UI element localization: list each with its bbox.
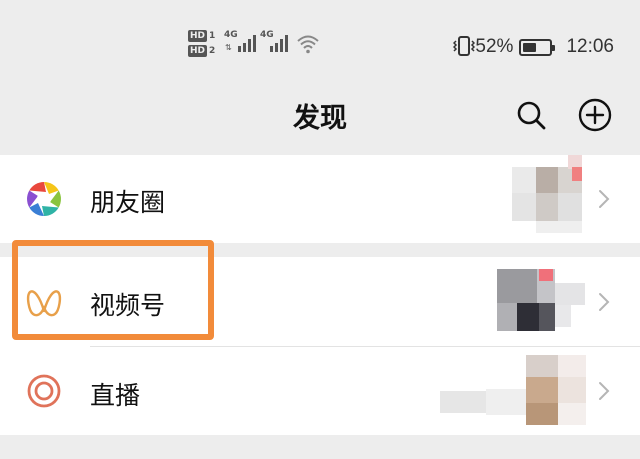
hd-sim1-badge: HD 1 — [188, 30, 216, 42]
add-button[interactable] — [578, 98, 612, 132]
search-button[interactable] — [514, 98, 548, 132]
vibrate-icon — [453, 36, 475, 56]
hd-sim2-badge: HD 2 — [188, 45, 216, 57]
live-preview-thumbnail — [440, 355, 586, 427]
chevron-right-icon — [599, 382, 610, 400]
battery-percent: 52% — [475, 36, 514, 57]
moments-preview-thumbnail — [512, 155, 586, 237]
hd-indicators: HD 1 HD 2 — [188, 30, 215, 60]
chevron-right-icon — [599, 190, 610, 208]
search-icon — [517, 101, 546, 130]
signal-sim1-icon: 4G ⇅ — [224, 30, 256, 52]
channels-preview-thumbnail — [497, 269, 585, 335]
menu-item-moments[interactable]: 朋友圈 — [0, 155, 640, 243]
status-right: 52% 12:06 — [475, 36, 614, 58]
signal-sim2-icon: 4G — [260, 30, 292, 52]
status-bar: HD 1 HD 2 4G ⇅ 4G 52% 12:06 — [0, 0, 640, 90]
moments-aperture-icon — [27, 182, 61, 216]
plus-circle-icon — [578, 98, 612, 132]
live-ring-icon — [27, 374, 61, 408]
highlight-annotation — [12, 240, 214, 340]
chevron-right-icon — [599, 293, 610, 311]
menu-item-label: 直播 — [90, 381, 141, 410]
menu-item-label: 朋友圈 — [90, 188, 166, 217]
battery-icon — [519, 38, 556, 56]
data-arrows-icon: ⇅ — [225, 43, 232, 52]
clock: 12:06 — [566, 36, 614, 57]
menu-item-live[interactable]: 直播 — [0, 347, 640, 435]
wifi-icon — [297, 35, 319, 54]
